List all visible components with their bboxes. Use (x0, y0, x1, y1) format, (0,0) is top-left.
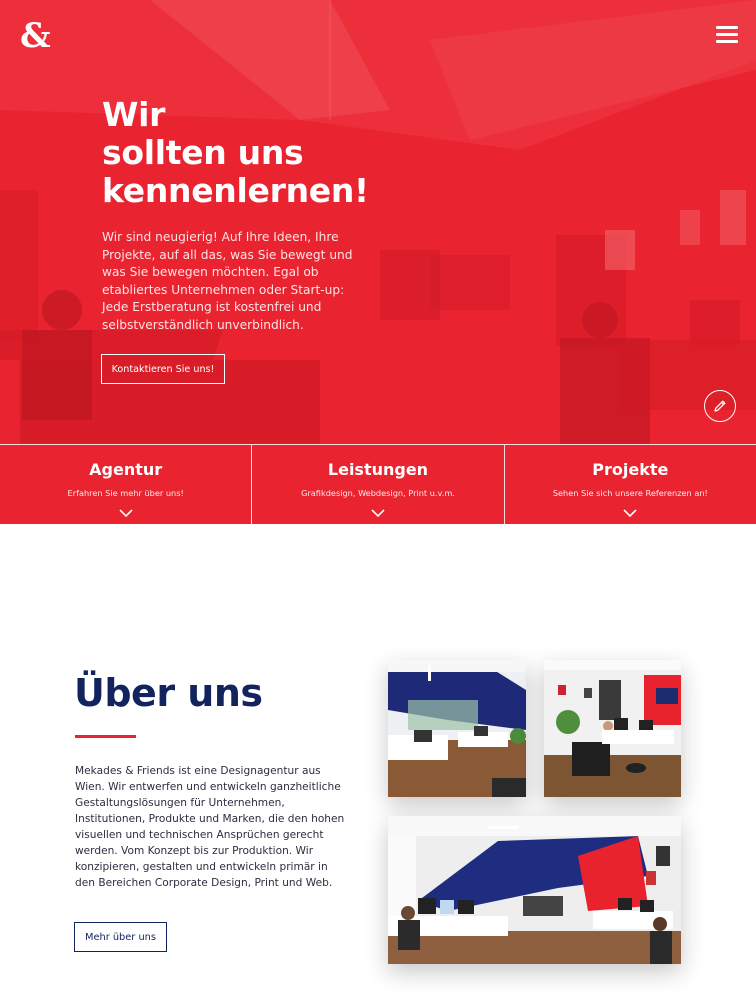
about-text: Mekades & Friends ist eine Designagentur… (75, 765, 345, 889)
tile-projekte[interactable]: Projekte Sehen Sie sich unsere Referenze… (505, 445, 756, 524)
hero-title: Wir sollten uns kennenlernen! (102, 96, 422, 210)
chevron-down-icon (119, 509, 133, 518)
svg-text:&: & (20, 16, 51, 54)
contact-button[interactable]: Kontaktieren Sie uns! (101, 354, 225, 384)
chevron-down-icon (371, 509, 385, 518)
tile-subtitle: Erfahren Sie mehr über uns! (67, 488, 184, 498)
office-photo (388, 816, 681, 964)
office-photo (388, 660, 526, 797)
ampersand-logo-icon[interactable]: & (20, 16, 52, 56)
tile-subtitle: Grafikdesign, Webdesign, Print u.v.m. (301, 488, 455, 498)
tile-title: Projekte (592, 460, 669, 479)
tile-agentur[interactable]: Agentur Erfahren Sie mehr über uns! (0, 445, 253, 524)
hamburger-menu-icon[interactable] (716, 26, 738, 44)
about-title: Über uns (74, 671, 263, 715)
hero-title-line: Wir (102, 95, 166, 134)
office-photo (544, 660, 681, 797)
chevron-down-icon (623, 509, 637, 518)
tile-title: Leistungen (327, 460, 429, 479)
hero-title-line: sollten uns (102, 133, 304, 172)
more-about-us-button[interactable]: Mehr über uns (74, 922, 167, 952)
hero-section: & Wir sollten uns kennenlernen! Wir sind… (0, 0, 756, 524)
tile-title: Agentur (89, 460, 163, 479)
feature-tiles: Agentur Erfahren Sie mehr über uns! Leis… (0, 444, 756, 524)
title-underline (75, 735, 136, 738)
tile-subtitle: Sehen Sie sich unsere Referenzen an! (552, 488, 708, 498)
hero-intro-text: Wir sind neugierig! Auf Ihre Ideen, Ihre… (102, 230, 353, 332)
pencil-icon[interactable] (704, 390, 736, 422)
hero-title-line: kennenlernen! (102, 171, 369, 210)
tile-leistungen[interactable]: Leistungen Grafikdesign, Webdesign, Prin… (252, 445, 505, 524)
